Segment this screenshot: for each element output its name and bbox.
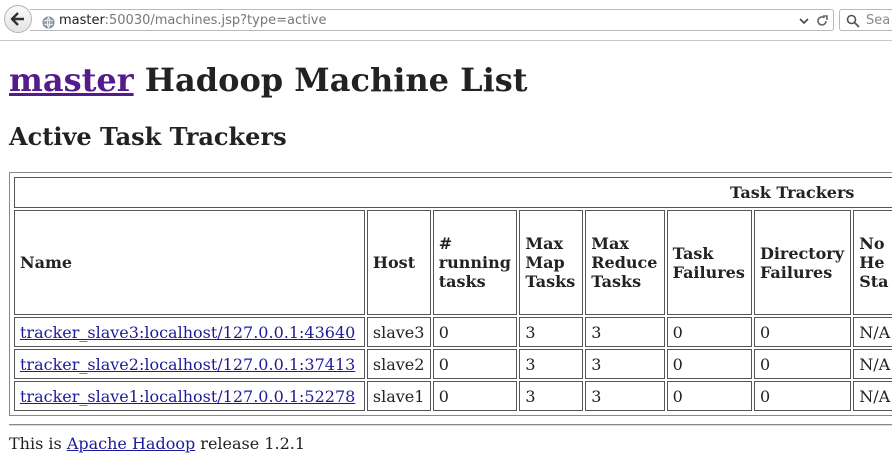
header-row: Name Host # running tasks Max Map Tasks … xyxy=(14,210,892,315)
footer-divider xyxy=(9,424,892,426)
col-name-line: Name xyxy=(20,253,73,272)
col-health-line2: He xyxy=(859,253,885,272)
col-header-running-tasks: # running tasks xyxy=(432,210,518,315)
col-running-line2: running xyxy=(438,253,511,272)
max-map-cell: 3 xyxy=(519,349,584,379)
tracker-name-cell: tracker_slave3:localhost/127.0.0.1:43640 xyxy=(14,317,365,347)
col-header-max-map: Max Map Tasks xyxy=(519,210,584,315)
task-trackers-table: Task Trackers Name Host # running tasks … xyxy=(12,175,892,413)
tracker-link[interactable]: tracker_slave3:localhost/127.0.0.1:43640 xyxy=(20,323,355,342)
col-header-task-failures: Task Failures xyxy=(666,210,752,315)
host-cell: slave1 xyxy=(366,381,431,411)
footer-prefix: This is xyxy=(9,434,67,453)
health-status-cell: N/A xyxy=(853,317,892,347)
browser-toolbar: master:50030/machines.jsp?type=active Se… xyxy=(0,0,892,41)
max-reduce-cell: 3 xyxy=(585,317,665,347)
tracker-name-cell: tracker_slave1:localhost/127.0.0.1:52278 xyxy=(14,381,365,411)
col-maxreduce-line1: Max xyxy=(591,234,629,253)
back-button[interactable] xyxy=(4,5,32,33)
max-map-cell: 3 xyxy=(519,317,584,347)
col-header-directory-failures: Directory Failures xyxy=(753,210,852,315)
task-failures-cell: 0 xyxy=(666,317,752,347)
task-trackers-table-frame: Task Trackers Name Host # running tasks … xyxy=(9,172,892,416)
table-row: tracker_slave3:localhost/127.0.0.1:43640… xyxy=(14,317,892,347)
col-health-line3: Sta xyxy=(859,272,889,291)
tracker-link[interactable]: tracker_slave1:localhost/127.0.0.1:52278 xyxy=(20,387,355,406)
tracker-link[interactable]: tracker_slave2:localhost/127.0.0.1:37413 xyxy=(20,355,355,374)
col-health-line1: No xyxy=(859,234,885,253)
col-maxreduce-line2: Reduce xyxy=(591,253,658,272)
col-header-name: Name xyxy=(14,210,365,315)
col-header-max-reduce: Max Reduce Tasks xyxy=(585,210,665,315)
apache-hadoop-link[interactable]: Apache Hadoop xyxy=(67,434,195,453)
max-reduce-cell: 3 xyxy=(585,381,665,411)
col-maxmap-line2: Map xyxy=(525,253,565,272)
col-running-line3: tasks xyxy=(438,272,486,291)
directory-failures-cell: 0 xyxy=(753,317,852,347)
page-title-rest: Hadoop Machine List xyxy=(133,61,528,99)
col-host-line: Host xyxy=(372,253,416,272)
search-input[interactable]: Sea xyxy=(866,13,890,28)
max-map-cell: 3 xyxy=(519,381,584,411)
running-tasks-cell: 0 xyxy=(432,381,518,411)
running-tasks-cell: 0 xyxy=(432,349,518,379)
table-caption: Task Trackers xyxy=(14,177,892,208)
master-link[interactable]: master xyxy=(9,61,134,99)
col-taskfail-line1: Task xyxy=(672,243,714,263)
running-tasks-cell: 0 xyxy=(432,317,518,347)
table-row: tracker_slave2:localhost/127.0.0.1:37413… xyxy=(14,349,892,379)
url-text[interactable]: master:50030/machines.jsp?type=active xyxy=(59,13,327,28)
table-caption-text: Task Trackers xyxy=(730,183,855,202)
col-taskfail-line2: Failures xyxy=(672,262,745,282)
task-failures-cell: 0 xyxy=(666,349,752,379)
task-failures-cell: 0 xyxy=(666,381,752,411)
url-dropdown-icon[interactable] xyxy=(799,13,809,32)
globe-icon xyxy=(42,14,55,33)
page-title: master Hadoop Machine List xyxy=(9,60,528,100)
url-host: master xyxy=(59,13,105,28)
health-status-cell: N/A xyxy=(853,381,892,411)
col-maxmap-line3: Tasks xyxy=(525,272,576,291)
url-bar[interactable]: master:50030/machines.jsp?type=active xyxy=(30,9,834,31)
directory-failures-cell: 0 xyxy=(753,349,852,379)
back-arrow-icon xyxy=(10,12,24,26)
col-running-line1: # xyxy=(438,234,453,253)
host-cell: slave2 xyxy=(366,349,431,379)
reload-icon[interactable] xyxy=(815,13,829,32)
footer-suffix: release 1.2.1 xyxy=(195,434,306,453)
col-dirfail-line1: Directory xyxy=(759,243,845,263)
col-dirfail-line2: Failures xyxy=(759,262,833,282)
table-row: tracker_slave1:localhost/127.0.0.1:52278… xyxy=(14,381,892,411)
section-title: Active Task Trackers xyxy=(9,122,287,151)
host-cell: slave3 xyxy=(366,317,431,347)
col-maxmap-line1: Max xyxy=(525,234,564,253)
col-header-host: Host xyxy=(366,210,431,315)
search-icon xyxy=(846,14,860,28)
col-header-node-health: No He Sta xyxy=(853,210,892,315)
footer: This is Apache Hadoop release 1.2.1 xyxy=(9,434,305,453)
search-bar[interactable]: Sea xyxy=(839,9,892,31)
health-status-cell: N/A xyxy=(853,349,892,379)
directory-failures-cell: 0 xyxy=(753,381,852,411)
tracker-name-cell: tracker_slave2:localhost/127.0.0.1:37413 xyxy=(14,349,365,379)
url-path: :50030/machines.jsp?type=active xyxy=(104,13,327,28)
max-reduce-cell: 3 xyxy=(585,349,665,379)
col-maxreduce-line3: Tasks xyxy=(591,272,642,291)
